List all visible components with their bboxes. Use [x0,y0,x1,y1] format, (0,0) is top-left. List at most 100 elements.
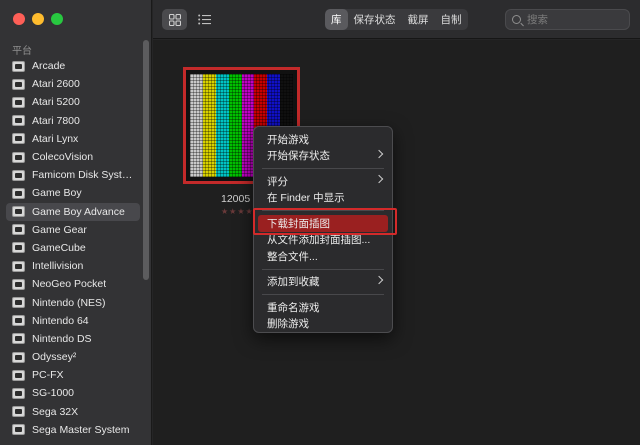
tab-library[interactable]: 库 [325,9,348,30]
library-segmented-control: 库 保存状态 截屏 自制 [325,9,468,30]
sidebar-item-label: GameCube [32,241,86,254]
menu-item[interactable]: 删除游戏 [258,316,388,333]
chevron-right-icon [374,149,384,158]
chevron-right-icon [374,174,384,184]
menu-item-label: 在 Finder 中显示 [267,192,345,205]
menu-item[interactable]: 在 Finder 中显示 [258,190,388,207]
sidebar-item-game-boy[interactable]: Game Boy [6,184,140,202]
famicom-disk-icon [12,169,25,181]
sidebar-item-label: Nintendo 64 [32,314,89,327]
platform-list: Arcade Atari 2600 Atari 5200 Atari 7800 Atar… [6,57,140,439]
nds-icon [12,333,25,345]
window-controls [13,13,63,25]
grid-view-button[interactable] [162,9,187,30]
menu-separator [262,294,384,295]
sidebar-item-nes[interactable]: Nintendo (NES) [6,293,140,311]
sidebar-item-atari-5200[interactable]: Atari 5200 [6,93,140,111]
atari-5200-icon [12,96,25,108]
annotation-highlight-box [253,208,397,235]
sidebar-item-label: Atari 5200 [32,96,80,109]
sidebar-scrollbar[interactable] [143,40,149,280]
list-view-icon [197,14,211,25]
game-boy-advance-icon [12,206,25,218]
sidebar-item-atari-lynx[interactable]: Atari Lynx [6,130,140,148]
chevron-right-icon [374,275,384,284]
sidebar-item-n64[interactable]: Nintendo 64 [6,312,140,330]
sidebar-item-famicom-disk[interactable]: Famicom Disk Syst… [6,166,140,184]
toolbar: 库 保存状态 截屏 自制 [153,0,640,39]
sidebar-item-label: Game Gear [32,223,87,236]
sidebar-item-nds[interactable]: Nintendo DS [6,330,140,348]
sidebar-item-label: Famicom Disk Syst… [32,169,133,182]
sidebar-item-colecovision[interactable]: ColecoVision [6,148,140,166]
menu-item-label: 开始保存状态 [267,150,330,163]
atari-7800-icon [12,115,25,127]
sidebar-item-arcade[interactable]: Arcade [6,57,140,75]
sidebar-item-label: Sega 32X [32,405,79,418]
sg-1000-icon [12,387,25,399]
neogeo-pocket-icon [12,278,25,290]
zoom-window-button[interactable] [51,13,63,25]
sidebar-item-label: Atari 2600 [32,78,80,91]
sidebar-item-label: Arcade [32,60,66,73]
menu-separator [262,168,384,169]
menu-item-label: 重命名游戏 [267,301,320,314]
menu-item-label: 开始游戏 [267,133,309,146]
intellivision-icon [12,260,25,272]
search-field[interactable] [505,9,630,30]
menu-item[interactable]: 开始游戏 [258,131,388,148]
sidebar-item-sega-32x[interactable]: Sega 32X [6,403,140,421]
arcade-icon [12,60,25,72]
sidebar-item-game-gear[interactable]: Game Gear [6,221,140,239]
sega-32x-icon [12,406,25,418]
game-title[interactable]: 12005 [221,193,250,205]
odyssey-icon [12,351,25,363]
sidebar-item-pc-fx[interactable]: PC-FX [6,366,140,384]
sidebar-item-label: Odyssey² [32,351,77,364]
game-gear-icon [12,224,25,236]
menu-item[interactable]: 评分 [258,173,388,190]
atari-lynx-icon [12,133,25,145]
sidebar-item-gamecube[interactable]: GameCube [6,239,140,257]
sidebar-item-sg-1000[interactable]: SG-1000 [6,384,140,402]
sidebar: 平台 Arcade Atari 2600 Atari 5200 Atari 7800 A… [0,0,152,445]
minimize-window-button[interactable] [32,13,44,25]
sidebar-item-label: PC-FX [32,369,64,382]
menu-item[interactable]: 添加到收藏 [258,274,388,291]
menu-separator [262,268,384,270]
sidebar-item-label: Atari 7800 [32,114,80,127]
sidebar-item-label: Atari Lynx [32,132,79,145]
sidebar-item-label: Game Boy [32,187,82,200]
close-window-button[interactable] [13,13,25,25]
search-icon [512,15,521,24]
menu-item-label: 整合文件... [267,250,318,263]
sidebar-item-label: SG-1000 [32,387,75,400]
sidebar-item-neogeo-pocket[interactable]: NeoGeo Pocket [6,275,140,293]
atari-2600-icon [12,78,25,90]
game-boy-icon [12,187,25,199]
menu-item[interactable]: 重命名游戏 [258,299,388,316]
app-window: 平台 Arcade Atari 2600 Atari 5200 Atari 7800 A… [0,0,640,445]
sidebar-item-game-boy-advance[interactable]: Game Boy Advance [6,202,140,221]
list-view-button[interactable] [193,9,215,30]
sidebar-item-atari-2600[interactable]: Atari 2600 [6,75,140,93]
menu-item-label: 评分 [267,175,288,188]
tab-screenshots[interactable]: 截屏 [402,9,435,30]
tab-save-states[interactable]: 保存状态 [348,9,402,30]
sidebar-item-label: Nintendo (NES) [32,296,106,309]
menu-item[interactable]: 整合文件... [258,248,388,265]
grid-view-icon [168,13,181,26]
game-library-grid: 12005 ★★★★★ [153,40,640,445]
sidebar-item-atari-7800[interactable]: Atari 7800 [6,112,140,130]
sidebar-item-label: Game Boy Advance [32,205,125,218]
n64-icon [12,315,25,327]
sidebar-item-label: Nintendo DS [32,332,92,345]
sega-master-system-icon [12,424,25,436]
menu-item[interactable]: 开始保存状态 [258,148,388,165]
search-input[interactable] [527,13,622,26]
sidebar-item-intellivision[interactable]: Intellivision [6,257,140,275]
sidebar-item-odyssey[interactable]: Odyssey² [6,348,140,366]
tab-homebrew[interactable]: 自制 [435,9,468,30]
gamecube-icon [12,242,25,254]
sidebar-item-sega-master-system[interactable]: Sega Master System [6,421,140,439]
